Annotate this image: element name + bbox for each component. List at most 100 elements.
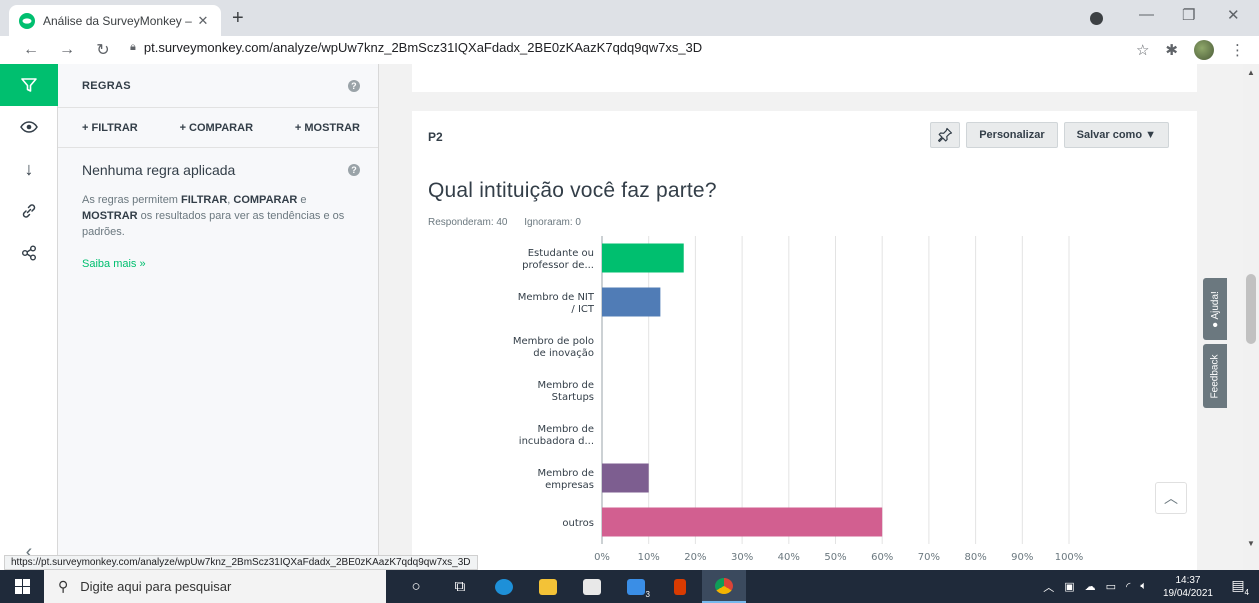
bar-chart: 0% 10% 20% 30% 40% 50% 60% 70% 80% 90% 100% Estudan… <box>513 236 1084 561</box>
previous-question-card <box>412 64 1197 92</box>
bar <box>602 463 649 493</box>
customize-button[interactable]: Personalizar <box>966 122 1058 148</box>
start-button[interactable] <box>0 570 44 603</box>
scroll-up-arrow-icon[interactable]: ▲ <box>1247 68 1255 77</box>
category-label: Estudante ou professor de... <box>522 248 594 271</box>
edge-icon[interactable] <box>482 570 526 603</box>
x-tick-label: 10% <box>638 552 660 561</box>
category-label: Membro de empresas <box>537 468 594 491</box>
response-stats: Responderam: 40 Ignoraram: 0 <box>428 217 595 228</box>
category-label: Membro de Startups <box>537 380 594 403</box>
x-tick-label: 80% <box>964 552 986 561</box>
notification-badge: 4 <box>1244 588 1249 597</box>
restore-icon[interactable]: ❐ <box>1182 6 1195 24</box>
category-label: Membro de incubadora d... <box>519 424 594 447</box>
page-scrollbar[interactable]: ▲ ▼ <box>1243 64 1259 570</box>
tab-title: Análise da SurveyMonkey – Pesq <box>43 13 195 28</box>
rules-description: As regras permitem FILTRAR, COMPARAR e M… <box>82 194 345 238</box>
x-tick-label: 30% <box>731 552 753 561</box>
compare-rule-button[interactable]: + COMPARAR <box>180 122 253 134</box>
question-title: Qual intituição você faz parte? <box>428 179 717 202</box>
category-label: Membro de NIT / ICT <box>518 292 595 315</box>
wifi-icon[interactable]: ◜ <box>1126 580 1130 593</box>
clock-date: 19/04/2021 <box>1162 587 1213 599</box>
scroll-to-top-button[interactable]: ︿ <box>1155 482 1187 514</box>
tray-chevron-icon[interactable]: ︿ <box>1043 579 1054 595</box>
bookmark-star-icon[interactable]: ☆ <box>1136 41 1149 59</box>
no-rules-title: Nenhuma regra aplicada <box>82 162 236 178</box>
scroll-down-arrow-icon[interactable]: ▼ <box>1247 539 1255 548</box>
mail-badge: 3 <box>645 590 650 599</box>
link-status-bar: https://pt.surveymonkey.com/analyze/wpUw… <box>4 555 478 570</box>
battery-icon[interactable]: ▭ <box>1106 580 1116 593</box>
chrome-taskbar-icon[interactable] <box>702 570 746 603</box>
bar <box>602 287 661 317</box>
x-tick-label: 40% <box>778 552 800 561</box>
window-close-icon[interactable]: ✕ <box>1227 6 1240 24</box>
address-bar[interactable]: 🔒︎ pt.surveymonkey.com/analyze/wpUw7knz_… <box>130 40 702 55</box>
forward-icon[interactable]: → <box>56 41 78 59</box>
category-label: Membro de polo de inovação <box>513 336 594 359</box>
x-tick-label: 70% <box>918 552 940 561</box>
answered-count: Responderam: 40 <box>428 217 508 228</box>
x-tick-label: 50% <box>824 552 846 561</box>
onedrive-icon[interactable]: ☁ <box>1085 580 1096 593</box>
rules-header: REGRAS <box>82 79 131 92</box>
surveymonkey-favicon-icon <box>19 12 35 29</box>
help-circle-icon: ● <box>1209 321 1221 328</box>
new-tab-button[interactable]: + <box>232 8 244 28</box>
search-icon: ⚲ <box>58 578 69 594</box>
share-icon[interactable] <box>0 232 58 274</box>
back-icon[interactable]: ← <box>20 41 42 59</box>
browser-toolbar: ← → ↻ 🔒︎ pt.surveymonkey.com/analyze/wpU… <box>0 36 1259 64</box>
x-tick-label: 0% <box>594 552 610 561</box>
browser-tab[interactable]: Análise da SurveyMonkey – Pesq ✕ <box>9 5 221 36</box>
browser-tab-bar: Análise da SurveyMonkey – Pesq ✕ + — ❐ ✕ <box>0 0 1259 36</box>
filter-rule-button[interactable]: + FILTRAR <box>82 122 138 134</box>
x-tick-label: 20% <box>684 552 706 561</box>
meet-now-icon[interactable]: ▣ <box>1064 580 1074 593</box>
rules-panel: REGRAS ? + FILTRAR + COMPARAR + MOSTRAR … <box>58 64 379 570</box>
minimize-icon[interactable]: — <box>1139 6 1154 23</box>
browser-menu-icon[interactable]: ⋮ <box>1230 41 1245 59</box>
question-number: P2 <box>428 130 443 144</box>
bar <box>602 507 883 537</box>
scrollbar-thumb[interactable] <box>1246 274 1256 344</box>
x-tick-label: 90% <box>1011 552 1033 561</box>
help-side-tab[interactable]: ● Ajuda! <box>1203 278 1227 340</box>
user-avatar[interactable] <box>1194 40 1214 60</box>
cortana-icon[interactable]: ○ <box>394 570 438 603</box>
windows-taskbar: ⚲ Digite aqui para pesquisar ○ ⧉ 3 ︿ ▣ ☁… <box>0 570 1259 603</box>
tab-close-icon[interactable]: ✕ <box>195 13 211 29</box>
help-icon[interactable]: ? <box>348 79 360 92</box>
mail-icon[interactable]: 3 <box>614 570 658 603</box>
x-tick-label: 100% <box>1055 552 1084 561</box>
x-tick-label: 60% <box>871 552 893 561</box>
download-arrow-icon[interactable]: ↓ <box>0 148 58 190</box>
eye-icon[interactable] <box>0 106 58 148</box>
filter-icon[interactable] <box>0 64 58 106</box>
taskbar-clock[interactable]: 14:37 19/04/2021 <box>1163 574 1213 600</box>
file-explorer-icon[interactable] <box>526 570 570 603</box>
question-card: P2 Personalizar Salvar como ▼ Qual intit… <box>412 111 1197 570</box>
taskbar-search[interactable]: ⚲ Digite aqui para pesquisar <box>44 570 386 603</box>
reload-icon[interactable]: ↻ <box>92 40 114 60</box>
notification-center-icon[interactable]: ▤ 4 <box>1227 577 1249 597</box>
bar <box>602 243 684 273</box>
learn-more-link[interactable]: Saiba mais » <box>82 258 146 270</box>
system-tray: ︿ ▣ ☁ ▭ ◜ 🔈︎ 14:37 19/04/2021 <box>1043 570 1213 603</box>
category-label: outros <box>562 518 594 529</box>
link-icon[interactable] <box>0 190 58 232</box>
volume-icon[interactable]: 🔈︎ <box>1140 580 1147 593</box>
skipped-count: Ignoraram: 0 <box>524 217 581 228</box>
pin-button[interactable] <box>930 122 961 148</box>
rules-help-icon[interactable]: ? <box>348 164 360 176</box>
save-as-button[interactable]: Salvar como ▼ <box>1063 122 1169 148</box>
show-rule-button[interactable]: + MOSTRAR <box>295 122 360 134</box>
office-icon[interactable] <box>658 570 702 603</box>
store-icon[interactable] <box>570 570 614 603</box>
task-view-icon[interactable]: ⧉ <box>438 570 482 603</box>
feedback-side-tab[interactable]: Feedback <box>1203 344 1227 408</box>
extensions-puzzle-icon[interactable]: ✱ <box>1165 41 1178 59</box>
profile-indicator-icon[interactable] <box>1090 12 1103 25</box>
